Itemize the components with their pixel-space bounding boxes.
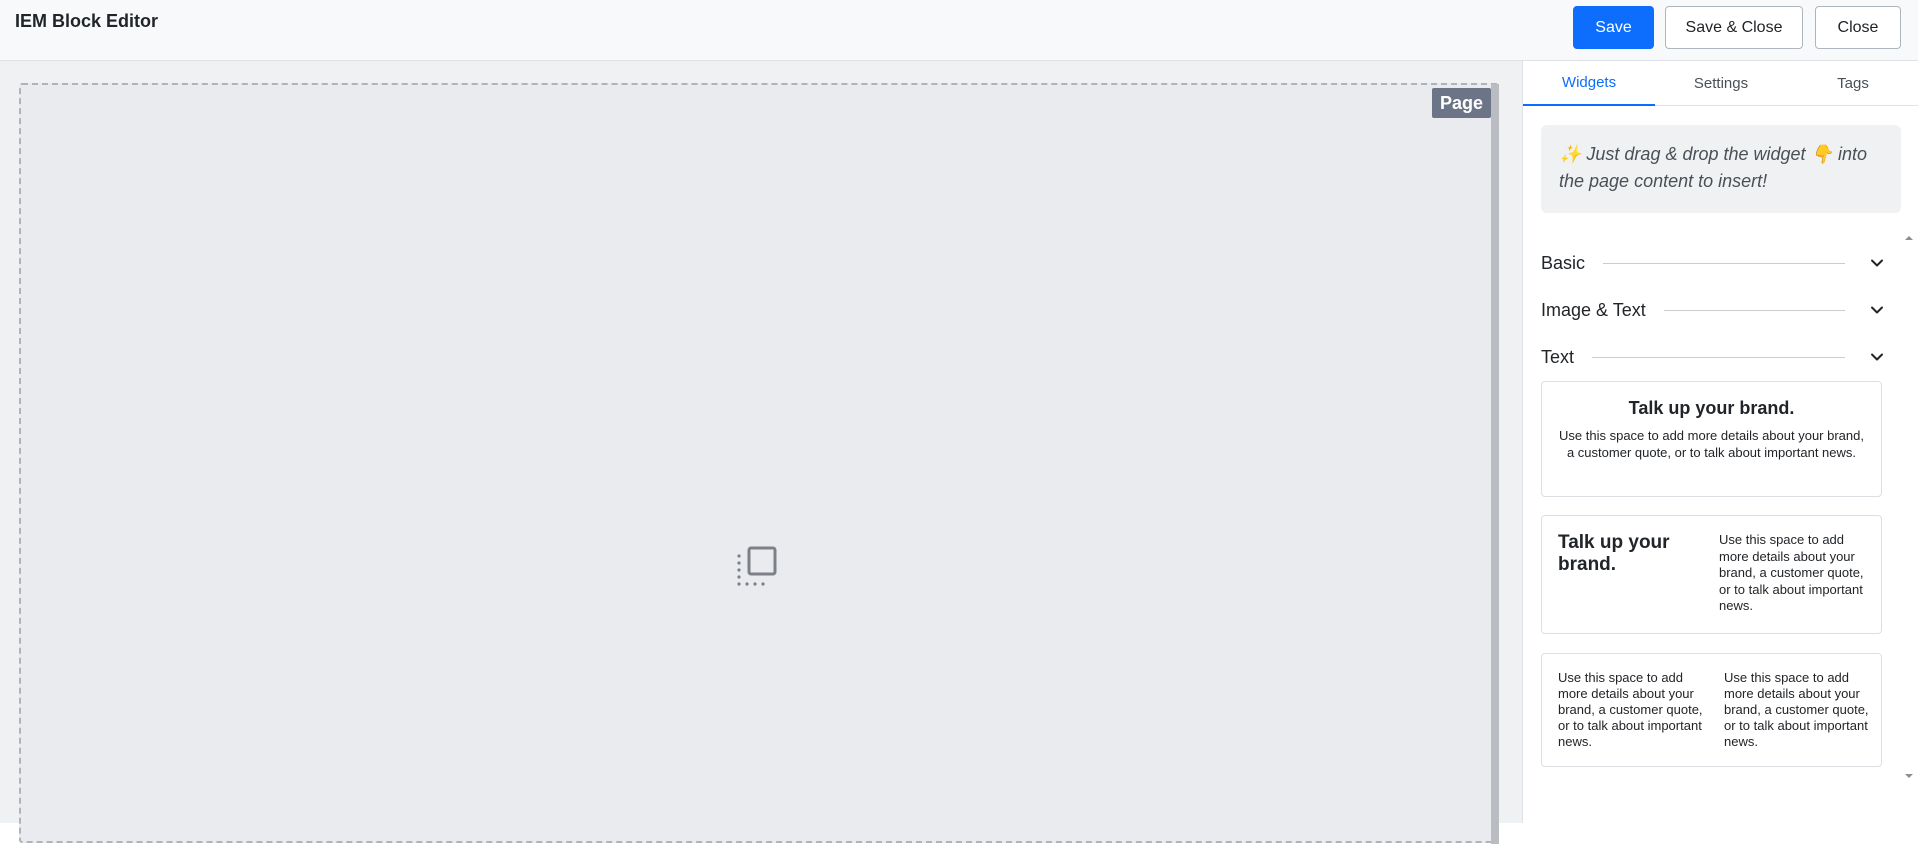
- drag-drop-hint: ✨ Just drag & drop the widget 👇 into the…: [1541, 125, 1901, 213]
- chevron-down-icon[interactable]: [1869, 255, 1885, 271]
- category-label: Basic: [1541, 252, 1586, 273]
- widget-body: Use this space to add more details about…: [1559, 428, 1864, 460]
- tab-widgets[interactable]: Widgets: [1523, 61, 1655, 106]
- page-edge: [1491, 84, 1499, 844]
- save-button[interactable]: Save: [1573, 6, 1654, 49]
- category-label: Image & Text: [1541, 299, 1646, 320]
- top-toolbar: IEM Block Editor Save Save & Close Close: [0, 0, 1918, 61]
- widget-title: Talk up your brand.: [1558, 532, 1670, 575]
- scroll-down-arrow-icon[interactable]: [1903, 771, 1915, 781]
- tab-settings[interactable]: Settings: [1655, 61, 1787, 106]
- chevron-down-icon[interactable]: [1869, 302, 1885, 318]
- scroll-up-arrow-icon[interactable]: [1903, 233, 1915, 243]
- widget-column-right: Use this space to add more details about…: [1724, 670, 1869, 749]
- sidebar-tabs: Widgets Settings Tags: [1523, 61, 1918, 106]
- widget-text-title-column[interactable]: Talk up your brand. Use this space to ad…: [1541, 515, 1882, 634]
- widget-text-two-column[interactable]: Use this space to add more details about…: [1541, 653, 1882, 767]
- page-badge[interactable]: Page: [1432, 88, 1492, 118]
- divider: [1592, 356, 1845, 358]
- widget-sidebar: Widgets Settings Tags ✨ Just drag & drop…: [1522, 61, 1918, 823]
- widget-body: Use this space to add more details about…: [1719, 532, 1864, 613]
- category-image-text[interactable]: Image & Text: [1541, 295, 1885, 325]
- divider: [1663, 309, 1845, 311]
- category-text[interactable]: Text: [1541, 342, 1885, 372]
- widget-title: Talk up your brand.: [1628, 398, 1795, 418]
- app-title: IEM Block Editor: [15, 11, 159, 31]
- page-drop-zone[interactable]: [19, 83, 1499, 843]
- chevron-down-icon[interactable]: [1869, 349, 1885, 365]
- category-label: Text: [1541, 346, 1575, 367]
- widget-column-left: Use this space to add more details about…: [1558, 670, 1703, 749]
- widget-text-centered[interactable]: Talk up your brand. Use this space to ad…: [1541, 381, 1882, 497]
- tab-tags[interactable]: Tags: [1787, 61, 1918, 106]
- editor-canvas: Page: [0, 61, 1522, 844]
- close-button[interactable]: Close: [1815, 6, 1901, 49]
- divider: [1603, 262, 1845, 264]
- save-and-close-button[interactable]: Save & Close: [1665, 6, 1803, 49]
- drop-zone-icon: [737, 546, 777, 586]
- category-basic[interactable]: Basic: [1541, 248, 1885, 278]
